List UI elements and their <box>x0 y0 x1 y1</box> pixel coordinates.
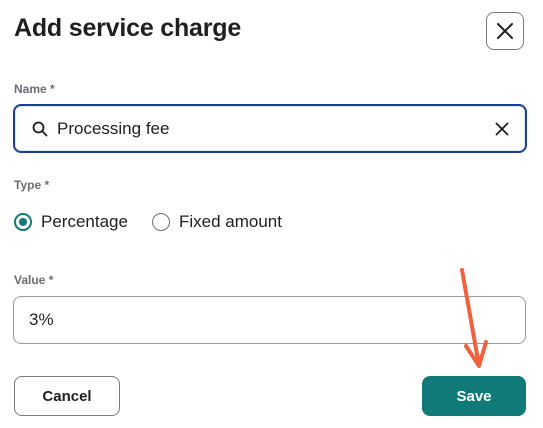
radio-button-checked[interactable] <box>14 213 32 231</box>
value-label: Value * <box>14 273 54 287</box>
clear-name-button[interactable] <box>491 118 513 140</box>
save-button[interactable]: Save <box>422 376 526 416</box>
name-label: Name * <box>14 82 55 96</box>
radio-option-fixed-amount[interactable]: Fixed amount <box>151 212 282 232</box>
name-input[interactable] <box>57 118 491 139</box>
radio-button-unchecked[interactable] <box>151 213 170 231</box>
radio-label-percentage: Percentage <box>41 212 128 231</box>
value-input[interactable] <box>13 296 526 344</box>
add-service-charge-dialog: Add service charge Name * Type * Percent… <box>0 0 543 428</box>
type-label: Type * <box>14 178 50 192</box>
close-icon <box>497 23 513 39</box>
dialog-title: Add service charge <box>14 14 242 42</box>
search-icon <box>31 120 49 138</box>
close-button[interactable] <box>486 12 524 50</box>
clear-icon <box>495 122 509 135</box>
type-radio-group: Percentage Fixed amount <box>14 212 306 232</box>
radio-option-percentage[interactable]: Percentage <box>14 212 128 232</box>
radio-label-fixed-amount: Fixed amount <box>178 212 282 231</box>
cancel-button[interactable]: Cancel <box>14 376 120 416</box>
name-field[interactable] <box>13 104 527 153</box>
